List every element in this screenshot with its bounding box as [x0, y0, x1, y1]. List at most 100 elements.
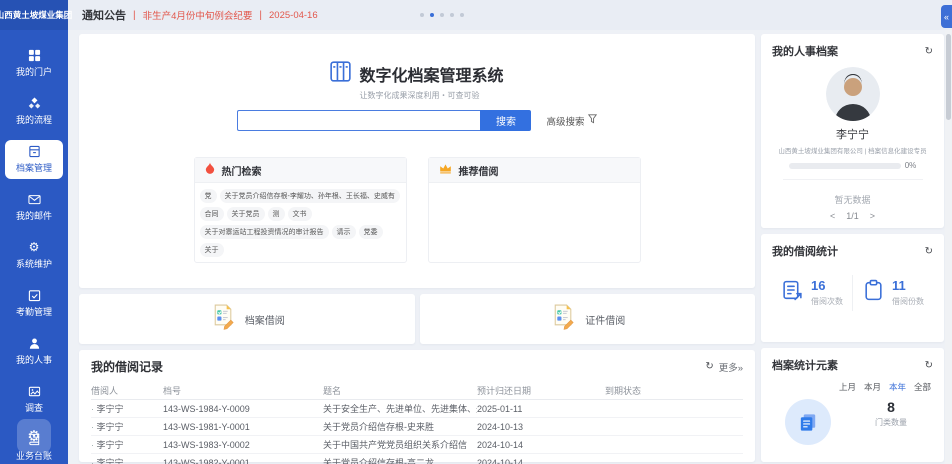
archive-cabinet-icon	[28, 144, 41, 158]
hot-search-tag[interactable]: 测	[267, 207, 285, 221]
hot-search-tag[interactable]: 党委	[358, 225, 383, 239]
notice-carousel-dots	[420, 13, 464, 17]
category-count-value: 8	[887, 399, 895, 415]
carousel-dot[interactable]	[440, 13, 444, 17]
refresh-icon[interactable]: ↻	[925, 46, 933, 57]
borrow-stats-title: 我的借阅统计	[772, 246, 838, 258]
filter-this-year[interactable]: 本年	[889, 381, 906, 393]
divider: |	[259, 9, 263, 21]
divider	[782, 179, 923, 180]
carousel-dot[interactable]	[460, 13, 464, 17]
filter-last-month[interactable]: 上月	[839, 381, 856, 393]
category-docs-icon[interactable]	[785, 399, 831, 445]
hot-search-tag[interactable]: 合同	[199, 207, 224, 221]
progress-bar	[788, 162, 901, 169]
certificate-borrow-label: 证件借阅	[585, 315, 626, 327]
filter-this-month[interactable]: 本月	[864, 381, 881, 393]
document-arrow-icon	[781, 279, 804, 307]
personnel-card: 我的人事档案 ↻ 李宁宁 山西黄土坡煤业集团有限公司 | 档案信息化建设专员 0…	[761, 34, 944, 228]
flame-icon	[205, 161, 215, 179]
avatar[interactable]	[825, 67, 880, 121]
prev-page-button[interactable]: <	[830, 211, 835, 221]
user-org: 山西黄土坡煤业集团有限公司 | 档案信息化建设专员	[778, 148, 927, 155]
carousel-dot-active[interactable]	[430, 13, 434, 17]
table-row[interactable]: 李宁宁 143-WS-1983-Y-0002 关于中国共产党党员组织关系介绍信 …	[91, 436, 743, 454]
sidebar-item-survey[interactable]: 调查	[5, 380, 63, 419]
hot-search-tag[interactable]: 关于党员介绍信存根-李耀功、孙年根、王长福、史威有	[219, 189, 400, 203]
mail-envelope-icon	[27, 192, 41, 206]
borrow-count-stat[interactable]: 16 借阅次数	[772, 279, 852, 307]
empty-data-text: 暂无数据	[834, 195, 871, 205]
archive-borrow-banner[interactable]: 档案借阅	[79, 294, 415, 344]
center-column: 数字化档案管理系统 让数字化成果深度利用・可查可验 搜索 高级搜索 热门检索 党…	[79, 34, 755, 464]
borrow-copies-value: 11	[892, 278, 906, 293]
archive-stats-title: 档案统计元素	[772, 360, 838, 372]
flow-diamond-icon	[28, 96, 41, 110]
settings-button[interactable]: ⚙	[17, 419, 51, 453]
profile-progress: 0%	[788, 161, 916, 170]
right-column: 我的人事档案 ↻ 李宁宁 山西黄土坡煤业集团有限公司 | 档案信息化建设专员 0…	[761, 34, 944, 462]
notice-link[interactable]: 非生产4月份中旬例会纪要	[143, 8, 253, 22]
carousel-dot[interactable]	[450, 13, 454, 17]
main-area: 数字化档案管理系统 让数字化成果深度利用・可查可验 搜索 高级搜索 热门检索 党…	[68, 30, 948, 464]
archive-stats-card: 档案统计元素 ↻ 上月 本月 本年 全部 8 门类数量	[761, 348, 944, 462]
page-scrollbar	[945, 30, 952, 464]
company-logo: 山西黄土坡煤业集团	[0, 0, 72, 30]
table-row[interactable]: 李宁宁 143-WS-1982-Y-0001 关于党员介绍信存根-高二龙 202…	[91, 454, 743, 464]
table-row[interactable]: 李宁宁 143-WS-1984-Y-0009 关于安全生产、先进单位、先进集体、…	[91, 400, 743, 418]
gear-icon: ⚙	[28, 240, 40, 254]
sidebar-item-portal[interactable]: 我的门户	[5, 44, 63, 83]
sidebar-item-personnel[interactable]: 我的人事	[5, 332, 63, 371]
search-button[interactable]: 搜索	[480, 110, 532, 131]
certificate-borrow-banner[interactable]: 证件借阅	[419, 294, 755, 344]
borrow-records-card: 我的借阅记录 ↻ 更多» 借阅人 档号 题名 预计归还日期 到期状态 · 李宁宁…	[79, 350, 755, 464]
notice-label: 通知公告	[82, 10, 126, 22]
borrow-records-title: 我的借阅记录	[91, 360, 164, 374]
refresh-icon[interactable]: ↻	[705, 361, 713, 372]
page-subtitle: 让数字化成果深度利用・可查可验	[359, 91, 480, 100]
table-row[interactable]: 李宁宁 143-WS-1981-Y-0001 关于党员介绍信存根-史来胜 202…	[91, 418, 743, 436]
pagination: < 1/1 >	[761, 211, 944, 221]
filter-all[interactable]: 全部	[914, 381, 931, 393]
period-filter-tabs: 上月 本月 本年 全部	[839, 381, 931, 393]
recommend-empty-body	[429, 183, 640, 195]
scrollbar-thumb[interactable]	[946, 34, 951, 120]
hot-search-tag[interactable]: 关于	[199, 243, 224, 257]
portal-grid-icon	[28, 48, 41, 62]
table-header-row: 借阅人 档号 题名 预计归还日期 到期状态	[91, 382, 743, 400]
next-page-button[interactable]: >	[870, 211, 875, 221]
sidebar-nav: 我的门户 我的流程 档案管理 我的邮件 ⚙ 系统维护 考勤管理 我的人事 调查 …	[0, 30, 68, 464]
sidebar-item-maintenance[interactable]: ⚙ 系统维护	[5, 236, 63, 275]
advanced-search-link[interactable]: 高级搜索	[546, 114, 597, 128]
hot-search-tag[interactable]: 关于对寨运站工程投资情况的审计报告	[199, 225, 329, 239]
banner-row: 档案借阅 证件借阅	[79, 294, 755, 344]
recommend-panel: 推荐借阅	[427, 157, 641, 263]
search-input[interactable]	[237, 110, 481, 131]
recommend-title: 推荐借阅	[458, 166, 499, 178]
clipboard-icon	[862, 279, 885, 307]
document-pencil-icon	[209, 303, 236, 335]
sidebar-item-attendance[interactable]: 考勤管理	[5, 284, 63, 323]
person-icon	[28, 336, 41, 350]
borrow-copies-label: 借阅份数	[892, 297, 924, 306]
refresh-icon[interactable]: ↻	[925, 360, 933, 371]
hot-search-tag[interactable]: 请示	[331, 225, 356, 239]
category-count-label: 门类数量	[875, 418, 907, 427]
hot-search-tag[interactable]: 关于党员	[226, 207, 265, 221]
hot-search-tag[interactable]: 文书	[287, 207, 312, 221]
app-root: 山西黄土坡煤业集团 我的门户 我的流程 档案管理 我的邮件 ⚙ 系统维护 考勤管…	[0, 0, 952, 464]
crown-icon	[439, 161, 452, 179]
borrow-copies-stat[interactable]: 11 借阅份数	[853, 279, 933, 307]
collapse-panel-button[interactable]: «	[941, 5, 952, 28]
more-link[interactable]: 更多»	[719, 360, 743, 374]
sidebar-item-mail[interactable]: 我的邮件	[5, 188, 63, 227]
refresh-icon[interactable]: ↻	[925, 246, 933, 257]
sidebar-item-archive[interactable]: 档案管理	[5, 140, 63, 179]
archive-borrow-label: 档案借阅	[244, 315, 285, 327]
hot-search-title: 热门检索	[221, 166, 262, 178]
borrow-stats-card: 我的借阅统计 ↻ 16 借阅次数 11 借阅份数	[761, 234, 944, 342]
hot-search-tag[interactable]: 党	[199, 189, 217, 203]
carousel-dot[interactable]	[420, 13, 424, 17]
sidebar-item-process[interactable]: 我的流程	[5, 92, 63, 131]
divider: |	[133, 9, 136, 21]
